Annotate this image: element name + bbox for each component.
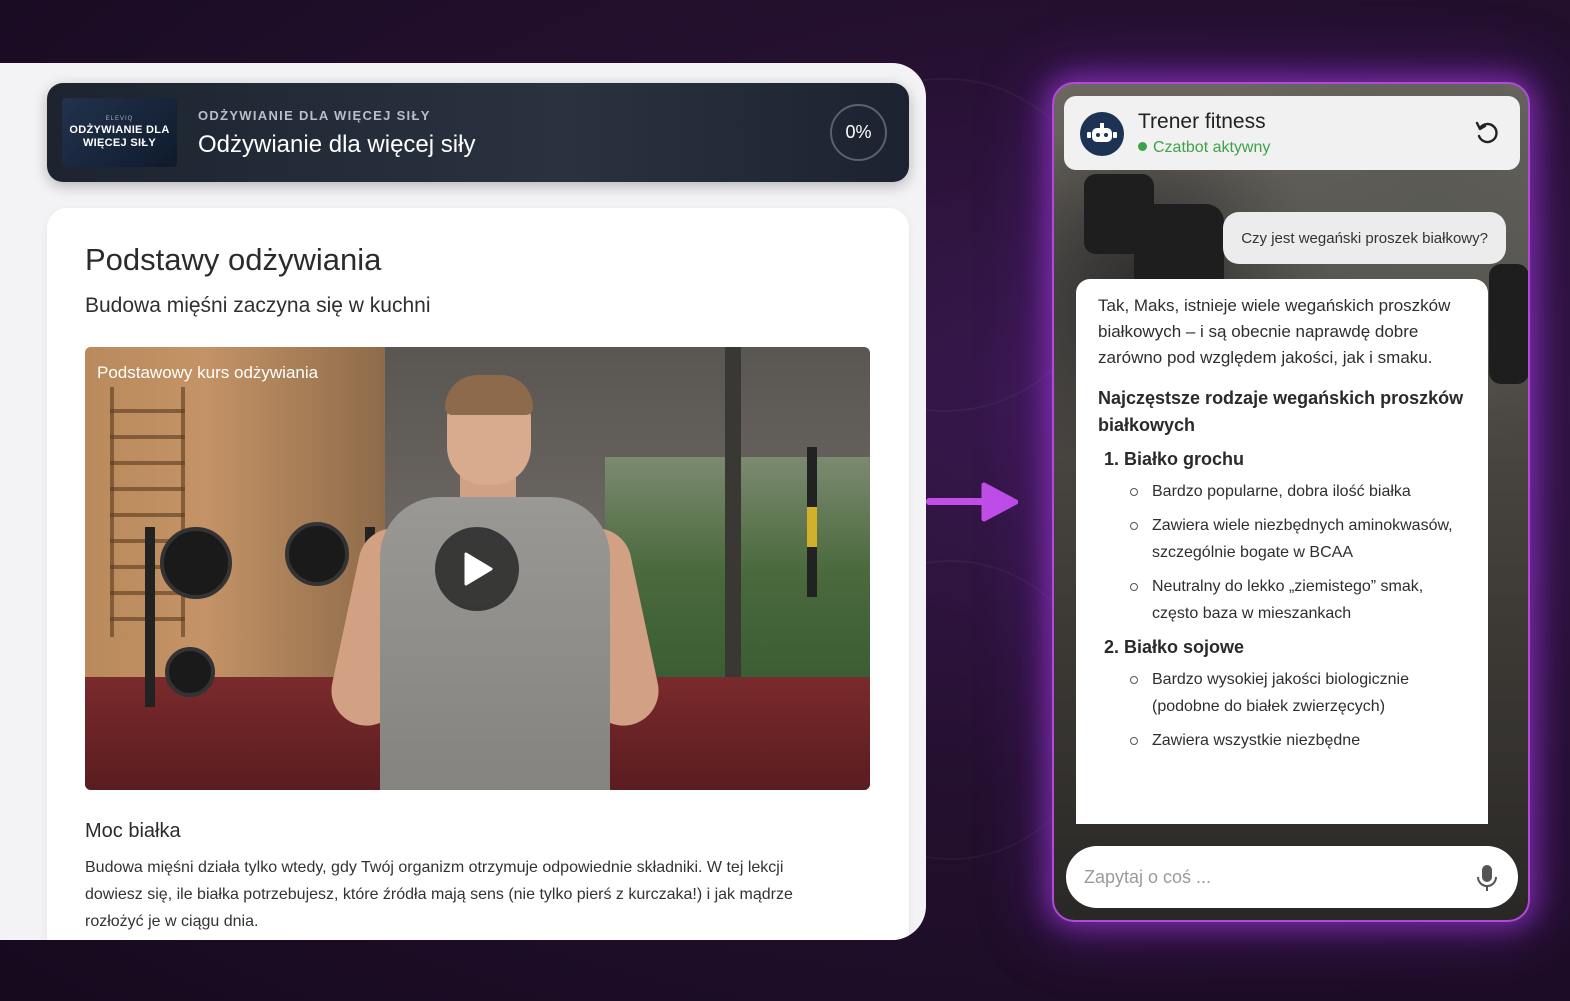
chat-input[interactable] — [1066, 846, 1518, 908]
section-body: Budowa mięśni działa tylko wtedy, gdy Tw… — [85, 859, 793, 930]
bot-name: Trener fitness — [1138, 110, 1266, 133]
video-scene-plate — [165, 647, 215, 697]
video-scene-strap-handle — [807, 507, 817, 547]
course-overline: ODŻYWIANIE DLA WIĘCEJ SIŁY — [198, 108, 431, 123]
list-item-title: 1. Białko grochu — [1104, 449, 1245, 469]
list-item-title: 2. Białko sojowe — [1104, 637, 1245, 657]
thumbnail-logo: ELEVIQ — [105, 115, 134, 122]
bullet-item: Bardzo popularne, dobra ilość białka — [1130, 478, 1466, 505]
video-title: Podstawowy kurs odżywiania — [97, 363, 319, 382]
status-dot-icon — [1138, 142, 1147, 151]
bot-avatar — [1080, 112, 1124, 156]
lesson-subtitle: Budowa mięśni zaczyna się w kuchni — [85, 294, 431, 317]
video-scene-window-frame — [725, 347, 741, 707]
section-title: Moc białka — [85, 820, 181, 842]
bullet-item: Neutralny do lekko „ziemistego” smak, cz… — [1130, 573, 1466, 627]
bot-heading: Najczęstsze rodzaje wegańskich proszków … — [1098, 388, 1464, 435]
bot-status: Czatbot aktywny — [1138, 139, 1270, 157]
user-message: Czy jest wegański proszek białkowy? — [1223, 212, 1506, 264]
video-player[interactable]: Podstawowy kurs odżywiania — [85, 347, 870, 790]
chat-panel: Trener fitness Czatbot aktywny Czy jest … — [1052, 82, 1530, 922]
bullet-item: Zawiera wiele niezbędnych aminokwasów, s… — [1130, 512, 1466, 566]
course-panel: ELEVIQ ODŻYWIANIE DLA WIĘCEJ SIŁY ODŻYWI… — [0, 63, 926, 940]
course-title: Odżywianie dla więcej siły — [198, 131, 476, 158]
microphone-icon[interactable] — [1476, 864, 1498, 892]
bot-message: Tak, Maks, istnieje wiele wegańskich pro… — [1076, 279, 1488, 824]
course-header: ELEVIQ ODŻYWIANIE DLA WIĘCEJ SIŁY ODŻYWI… — [47, 83, 909, 182]
thumbnail-title: ODŻYWIANIE DLA WIĘCEJ SIŁY — [69, 123, 170, 149]
course-thumbnail[interactable]: ELEVIQ ODŻYWIANIE DLA WIĘCEJ SIŁY — [62, 98, 177, 167]
progress-indicator: 0% — [830, 104, 887, 161]
reset-icon[interactable] — [1474, 120, 1500, 146]
status-text: Czatbot aktywny — [1153, 139, 1271, 156]
bullet-list: Bardzo wysokiej jakości biologicznie (po… — [1130, 666, 1466, 754]
arrow-right-icon — [926, 482, 1018, 522]
bullet-item: Bardzo wysokiej jakości biologicznie (po… — [1130, 666, 1466, 720]
background-dumbbell — [1489, 264, 1528, 384]
video-person-hair — [445, 375, 533, 415]
video-scene-plate — [285, 522, 349, 586]
bullet-item: Zawiera wszystkie niezbędne — [1130, 727, 1466, 754]
lesson-card: Podstawy odżywiania Budowa mięśni zaczyn… — [47, 208, 909, 940]
chat-header: Trener fitness Czatbot aktywny — [1064, 96, 1520, 170]
play-button[interactable] — [435, 527, 519, 611]
robot-icon — [1087, 123, 1117, 142]
video-scene-plate — [160, 527, 232, 599]
lesson-title: Podstawy odżywiania — [85, 242, 382, 277]
bot-intro: Tak, Maks, istnieje wiele wegańskich pro… — [1098, 296, 1451, 367]
play-icon — [464, 552, 493, 586]
bullet-list: Bardzo popularne, dobra ilość białka Zaw… — [1130, 478, 1466, 627]
